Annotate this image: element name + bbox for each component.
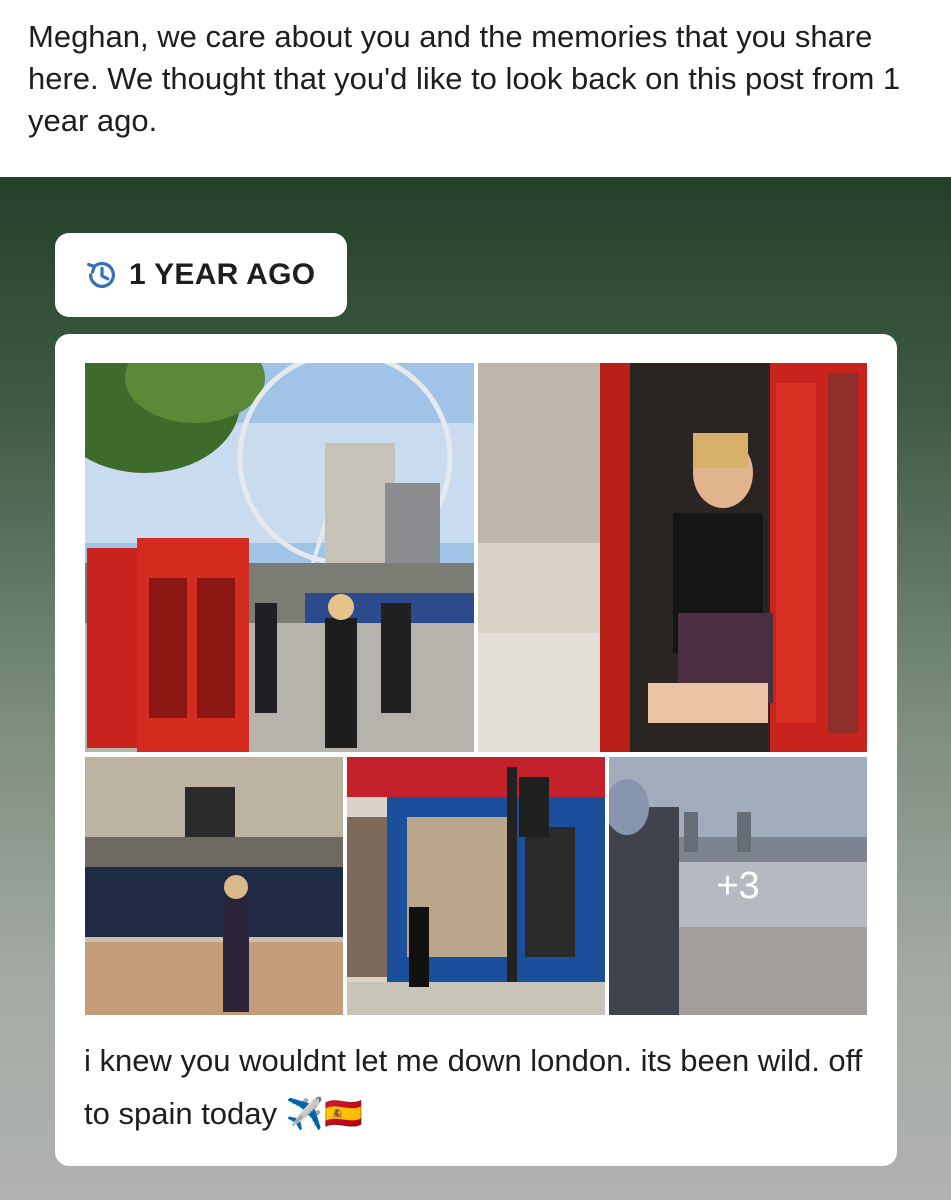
post-caption: i knew you wouldnt let me down london. i… [84,1043,863,1131]
red-phone-booth-photo[interactable] [478,363,867,752]
more-photos-count: +3 [716,864,760,907]
time-ago-badge: 1 YEAR AGO [55,233,347,317]
kebab-shop-photo[interactable] [347,757,605,1015]
london-eye-phone-boxes-photo[interactable] [85,363,474,752]
more-photos-overlay[interactable]: +3 [609,757,867,1015]
time-ago-label: 1 YEAR AGO [129,258,316,291]
post-card[interactable]: +3 i knew you wouldnt let me down london… [55,334,897,1166]
tower-bridge-photo[interactable]: +3 [609,757,867,1015]
memory-intro-text: Meghan, we care about you and the memori… [28,19,901,138]
buckingham-palace-photo[interactable] [85,757,343,1015]
history-clock-icon [87,261,115,288]
memory-panel: 1 YEAR AGO +3 i knew you wouldnt let me … [0,177,951,1200]
